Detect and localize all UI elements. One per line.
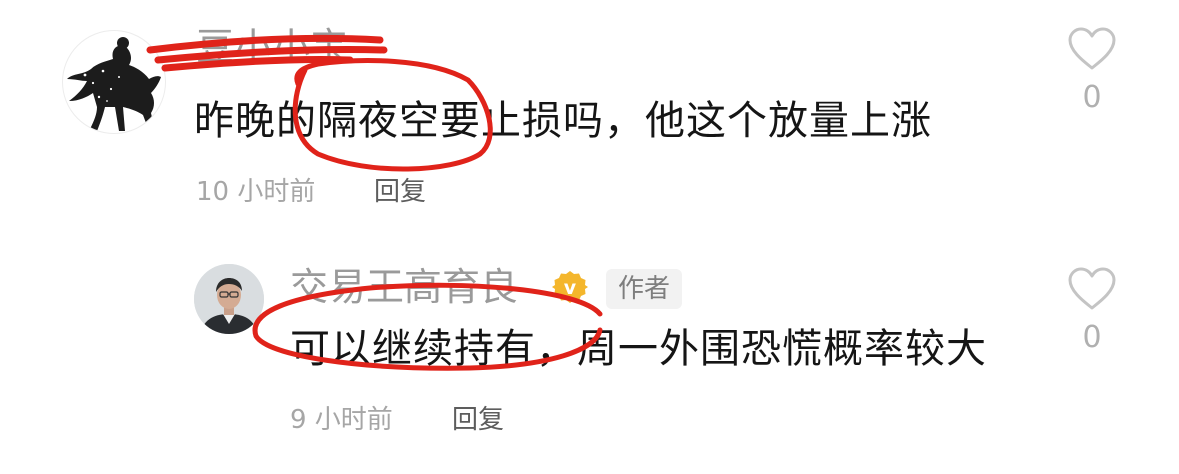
reply-button[interactable]: 回复 [452,400,504,440]
reply-timestamp: 9 小时前 [290,405,393,435]
heart-outline-icon [1068,267,1116,310]
author-tag: 作者 [606,269,683,309]
comment-text: 昨晚的隔夜空要止损吗，他这个放量上涨 [194,98,932,144]
reply-button[interactable]: 回复 [374,172,426,212]
like-button[interactable] [1066,266,1118,312]
heart-outline-icon [1068,27,1116,70]
verified-badge-letter: v [564,277,577,299]
commenter-username[interactable]: 豆小小宝 [196,24,348,70]
like-count: 0 [1082,80,1102,115]
author-username[interactable]: 交易王高育良 [290,262,518,312]
like-count: 0 [1082,320,1102,355]
comment-timestamp: 10 小时前 [196,177,316,207]
verified-badge-icon: v [552,269,588,305]
red-annotation-overlay [146,34,603,371]
horse-rider-avatar-icon [67,37,161,131]
portrait-avatar-icon [194,264,264,334]
reply-text: 可以继续持有，周一外围恐慌概率较大 [290,326,987,372]
like-button[interactable] [1066,26,1118,72]
commenter-avatar[interactable] [62,30,166,134]
author-avatar[interactable] [194,264,264,334]
